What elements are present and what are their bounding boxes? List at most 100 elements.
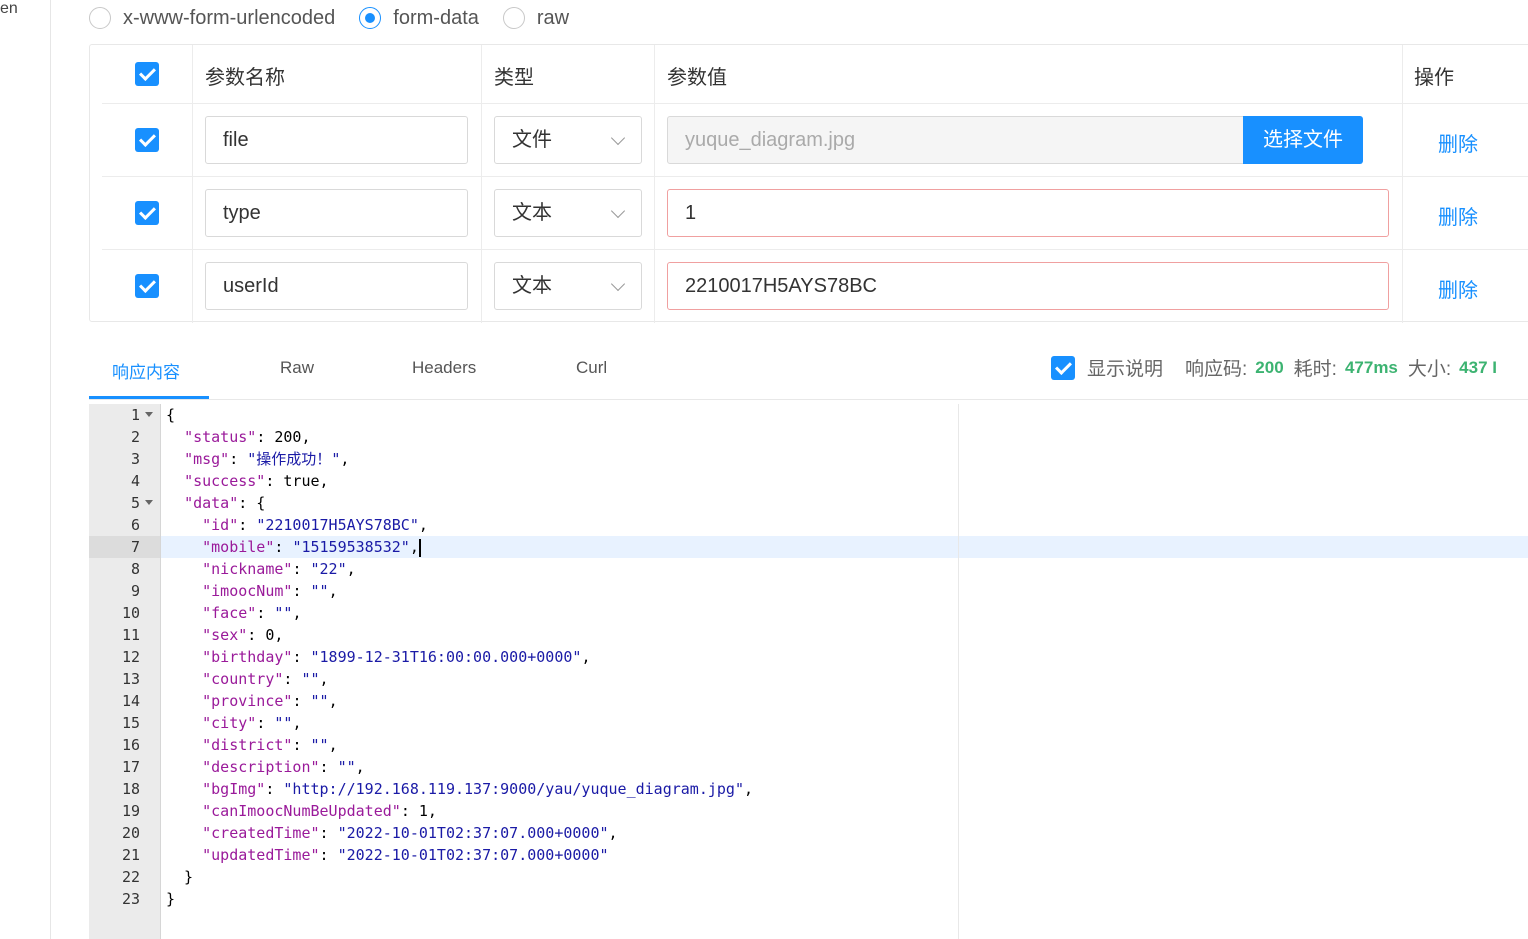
line-number: 18 xyxy=(121,780,140,798)
code-line: 21 "updatedTime": "2022-10-01T02:37:07.0… xyxy=(89,844,1489,866)
param-name-input[interactable]: userId xyxy=(205,262,468,310)
line-number: 11 xyxy=(121,626,140,644)
row-checkbox[interactable] xyxy=(135,274,159,298)
line-number: 20 xyxy=(121,824,140,842)
delete-link[interactable]: 删除 xyxy=(1438,128,1478,157)
code-text: "description": "", xyxy=(202,758,365,776)
status-code-value: 200 xyxy=(1255,357,1284,377)
row-checkbox[interactable] xyxy=(135,128,159,152)
elapsed-time-label: 耗时: xyxy=(1293,359,1337,380)
code-line: 23} xyxy=(89,888,1489,910)
radio-label: form-data xyxy=(393,6,479,29)
params-table: 参数名称 类型 参数值 操作 file 文件 yuque_diagram.jpg… xyxy=(89,44,1528,323)
header-param-type: 类型 xyxy=(494,67,534,89)
code-line: 2 "status": 200, xyxy=(89,426,1489,448)
left-edge-text: en xyxy=(0,0,18,17)
param-value-input[interactable]: 2210017H5AYS78BC xyxy=(667,262,1389,310)
elapsed-time-value: 477ms xyxy=(1344,357,1398,377)
response-tabs: 响应内容 Raw Headers Curl 显示说明 响应码: 200 耗时: … xyxy=(89,342,1528,400)
delete-link[interactable]: 删除 xyxy=(1438,274,1478,303)
radio-checked-icon[interactable] xyxy=(359,7,382,29)
code-line: 10 "face": "", xyxy=(89,602,1489,624)
params-table-header: 参数名称 类型 参数值 操作 xyxy=(102,45,1528,103)
code-line: 15 "city": "", xyxy=(89,712,1489,734)
response-code-editor[interactable]: 1{2 "status": 200, 3 "msg": "操作成功！", 4 "su… xyxy=(89,404,1528,939)
chevron-down-icon xyxy=(610,130,626,146)
code-text: "mobile": "15159538532", xyxy=(202,538,421,557)
tab-curl[interactable]: Curl xyxy=(576,358,607,378)
param-name-input[interactable]: type xyxy=(205,189,468,237)
code-text: } xyxy=(166,868,194,886)
line-number: 22 xyxy=(121,868,140,886)
param-type-value: 文本 xyxy=(512,275,552,297)
code-text: "bgImg": "http://192.168.119.137:9000/ya… xyxy=(202,780,754,798)
param-row-userid: userId 文本 2210017H5AYS78BC 删除 xyxy=(102,249,1528,323)
delete-link[interactable]: 删除 xyxy=(1438,201,1478,230)
param-type-select[interactable]: 文本 xyxy=(494,262,642,310)
line-number: 9 xyxy=(130,582,140,600)
code-line: 9 "imoocNum": "", xyxy=(89,580,1489,602)
fold-arrow-icon[interactable] xyxy=(145,500,153,505)
code-line: 11 "sex": 0, xyxy=(89,624,1489,646)
line-number: 14 xyxy=(121,692,140,710)
radio-label: raw xyxy=(536,6,570,29)
show-description-checkbox[interactable] xyxy=(1051,355,1075,380)
fold-arrow-icon[interactable] xyxy=(145,412,153,417)
show-description-label: 显示说明 xyxy=(1087,359,1164,380)
line-number: 3 xyxy=(130,450,140,468)
active-tab-indicator xyxy=(89,396,209,399)
code-text: "country": "", xyxy=(202,670,329,688)
header-action: 操作 xyxy=(1414,67,1454,89)
code-line: 5 "data": { xyxy=(89,492,1489,514)
param-type-select[interactable]: 文本 xyxy=(494,189,642,237)
code-line: 4 "success": true, xyxy=(89,470,1489,492)
param-value-input[interactable]: 1 xyxy=(667,189,1389,237)
code-line: 20 "createdTime": "2022-10-01T02:37:07.0… xyxy=(89,822,1489,844)
line-number: 16 xyxy=(121,736,140,754)
tab-headers[interactable]: Headers xyxy=(412,358,476,378)
radio-form-data[interactable]: form-data xyxy=(359,7,479,30)
response-size-label: 大小: xyxy=(1407,359,1452,380)
line-number: 4 xyxy=(130,472,140,490)
code-text: "createdTime": "2022-10-01T02:37:07.000+… xyxy=(202,824,618,842)
code-text: } xyxy=(166,890,176,908)
param-type-select[interactable]: 文件 xyxy=(494,116,642,164)
param-type-value: 文本 xyxy=(512,202,552,224)
status-code-label: 响应码: xyxy=(1185,359,1248,380)
select-all-checkbox[interactable] xyxy=(135,62,159,86)
row-checkbox[interactable] xyxy=(135,201,159,225)
param-type-value: 文件 xyxy=(512,129,552,151)
radio-raw[interactable]: raw xyxy=(502,6,570,30)
line-number: 7 xyxy=(130,538,140,556)
radio-circle-icon[interactable] xyxy=(502,7,525,29)
line-number: 5 xyxy=(130,494,140,512)
code-line: 1{ xyxy=(89,404,1489,426)
response-stats: 显示说明 响应码: 200 耗时: 477ms 大小: 437 I xyxy=(1051,354,1497,381)
line-number: 6 xyxy=(130,516,140,534)
radio-circle-icon[interactable] xyxy=(89,7,111,29)
line-number: 21 xyxy=(121,846,140,864)
code-line: 6 "id": "2210017H5AYS78BC", xyxy=(89,514,1489,536)
param-name-input[interactable]: file xyxy=(205,116,468,164)
code-text: "birthday": "1899-12-31T16:00:00.000+000… xyxy=(202,648,591,666)
tab-raw[interactable]: Raw xyxy=(280,358,314,378)
code-text: "nickname": "22", xyxy=(202,560,356,578)
line-number: 23 xyxy=(121,890,140,908)
code-line: 17 "description": "", xyxy=(89,756,1489,778)
file-path-input[interactable]: yuque_diagram.jpg xyxy=(667,116,1244,164)
code-text: "imoocNum": "", xyxy=(202,582,338,600)
radio-urlencoded[interactable]: x-www-form-urlencoded xyxy=(89,7,335,30)
code-line: 19 "canImoocNumBeUpdated": 1, xyxy=(89,800,1489,822)
line-number: 19 xyxy=(121,802,140,820)
tab-response-content[interactable]: 响应内容 xyxy=(112,358,180,383)
line-number: 17 xyxy=(121,758,140,776)
code-line: 18 "bgImg": "http://192.168.119.137:9000… xyxy=(89,778,1489,800)
param-row-file: file 文件 yuque_diagram.jpg 选择文件 删除 xyxy=(102,103,1528,177)
code-line: 22 } xyxy=(89,866,1489,888)
code-text: "status": 200, xyxy=(184,428,311,446)
left-panel-edge: en xyxy=(0,0,51,939)
header-param-name: 参数名称 xyxy=(205,67,285,89)
choose-file-button[interactable]: 选择文件 xyxy=(1243,116,1363,164)
chevron-down-icon xyxy=(610,276,626,292)
code-text: "district": "", xyxy=(202,736,338,754)
